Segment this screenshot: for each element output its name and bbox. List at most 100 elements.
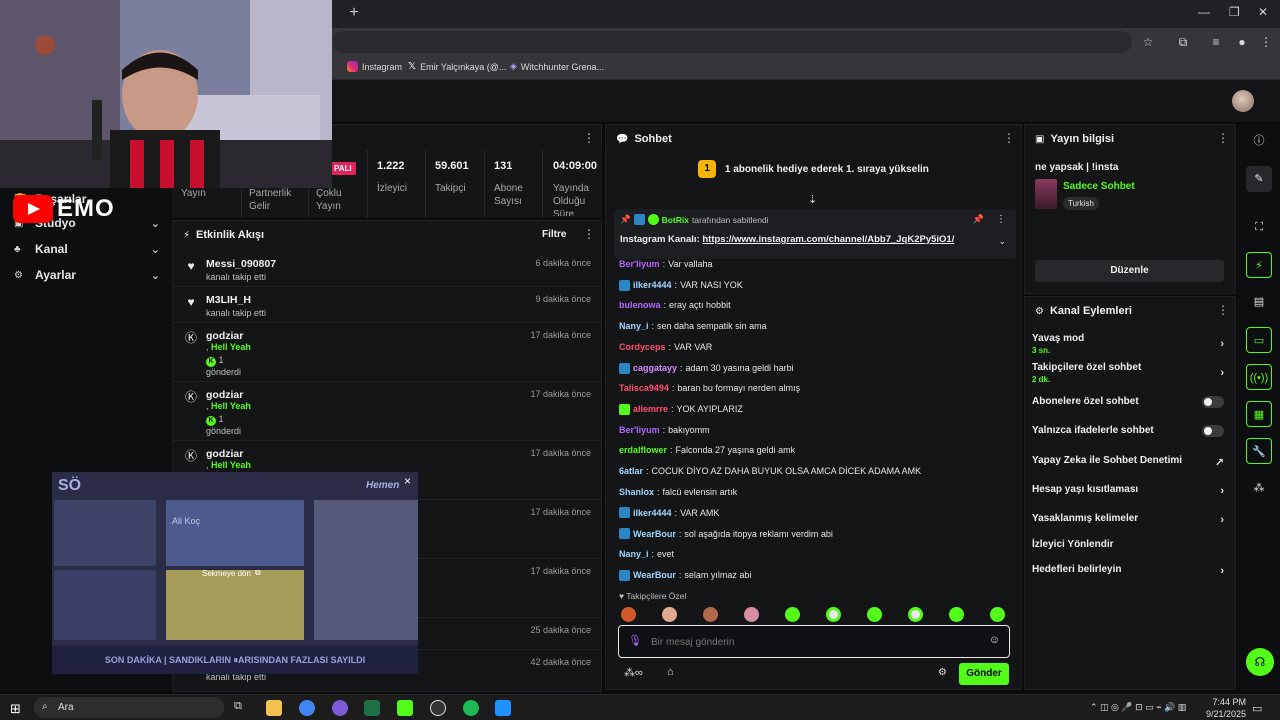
- pinned-author[interactable]: BotRix: [662, 215, 689, 225]
- more-options-icon[interactable]: ⋮: [1217, 131, 1229, 145]
- activity-user[interactable]: M3LIH_H: [206, 294, 251, 306]
- channel-action-item[interactable]: Takipçilere özel sohbet 2 dk. ›: [1032, 362, 1228, 384]
- kicks-infinity-icon[interactable]: ⁂∞: [624, 666, 643, 679]
- info-icon[interactable]: ⓘ: [1246, 128, 1272, 154]
- microphone-icon[interactable]: 🎙: [628, 634, 642, 647]
- picture-in-picture-video[interactable]: SÖ Hemen × Ali Koç Sekmeye dön ⧉ SON DAK…: [52, 472, 418, 674]
- emote-icon[interactable]: [744, 607, 759, 622]
- store-icon[interactable]: ⌂: [667, 666, 674, 678]
- more-options-icon[interactable]: ⋮: [583, 227, 595, 241]
- emote-icon[interactable]: [703, 607, 718, 622]
- pip-close-icon[interactable]: ×: [404, 474, 411, 488]
- notes-icon[interactable]: ▤: [1246, 289, 1272, 315]
- chat-username[interactable]: Nany_i: [619, 321, 649, 331]
- chat-username[interactable]: ilker4444: [633, 508, 672, 518]
- new-tab-button[interactable]: +: [345, 4, 363, 22]
- wrench-icon[interactable]: 🔧: [1246, 438, 1272, 464]
- obs-icon[interactable]: [430, 700, 446, 716]
- chat-username[interactable]: aliemrre: [633, 404, 668, 414]
- bookmark-star-icon[interactable]: ☆: [1140, 34, 1156, 50]
- chat-username[interactable]: Ber'liyum: [619, 425, 660, 435]
- app-icon[interactable]: [364, 700, 380, 716]
- send-button[interactable]: Gönder: [959, 663, 1009, 685]
- chevron-down-icon[interactable]: ⌄: [998, 236, 1006, 247]
- emote-icon[interactable]: [785, 607, 800, 622]
- broadcast-icon[interactable]: ((•)): [1246, 364, 1272, 390]
- chat-username[interactable]: ilker4444: [633, 280, 672, 290]
- bolt-icon[interactable]: ⚡: [1246, 252, 1272, 278]
- chat-username[interactable]: bulenowa: [619, 300, 661, 310]
- extensions-icon[interactable]: ⧉: [1175, 34, 1191, 50]
- chat-input-box[interactable]: 🎙 ☺: [618, 625, 1010, 658]
- scroll-down-icon[interactable]: ⇣: [808, 193, 817, 206]
- file-explorer-icon[interactable]: [266, 700, 282, 716]
- channel-action-item[interactable]: Yavaş mod 3 sn. ›: [1032, 333, 1228, 355]
- kick-app-icon[interactable]: [397, 700, 413, 716]
- bookmark-instagram[interactable]: Instagram: [347, 61, 402, 72]
- emote-icon[interactable]: [662, 607, 677, 622]
- emote-icon[interactable]: [621, 607, 636, 622]
- user-avatar[interactable]: [1232, 90, 1254, 112]
- pinned-link[interactable]: https://www.instagram.com/channel/Abb7_J…: [702, 234, 954, 245]
- gift-sub-banner[interactable]: 1 1 abonelik hediye ederek 1. sıraya yük…: [606, 153, 1021, 187]
- activity-user[interactable]: godziar: [206, 389, 243, 401]
- bookmark-witchhunter[interactable]: ◈ Witchhunter Grena...: [510, 61, 604, 72]
- apps-icon[interactable]: ⁂: [1246, 475, 1272, 501]
- close-window-icon[interactable]: ✕: [1258, 5, 1268, 19]
- system-tray-icons[interactable]: ⌃ ◫ ◎ 🎤 ⊡ ▭ ⌁ 🔊 ▥: [1090, 702, 1186, 713]
- more-options-icon[interactable]: ⋮: [1003, 131, 1015, 145]
- minimize-icon[interactable]: —: [1198, 5, 1210, 19]
- back-to-tab-button[interactable]: Sekmeye dön ⧉: [202, 568, 261, 578]
- activity-user[interactable]: godziar: [206, 330, 243, 342]
- notification-icon[interactable]: ▭: [1252, 702, 1262, 715]
- chat-username[interactable]: WearBour: [633, 529, 676, 539]
- unpin-icon[interactable]: 📌: [973, 214, 984, 225]
- spotify-icon[interactable]: [463, 700, 479, 716]
- more-options-icon[interactable]: ⋮: [996, 214, 1006, 225]
- chat-username[interactable]: WearBour: [633, 570, 676, 580]
- filter-button[interactable]: Filtre: [542, 229, 566, 240]
- profile-icon[interactable]: ●: [1234, 34, 1250, 50]
- channel-action-item[interactable]: Yapay Zeka ile Sohbet Denetimi ↗: [1032, 455, 1228, 469]
- chat-settings-icon[interactable]: ⚙: [938, 667, 947, 678]
- emote-icon[interactable]: [908, 607, 923, 622]
- clock[interactable]: 7:44 PM 9/21/2025: [1206, 696, 1246, 720]
- pinned-message[interactable]: 📌 BotRix tarafından sabitlendi 📌 ⋮ Insta…: [614, 209, 1016, 259]
- chat-username[interactable]: caggatayy: [633, 363, 677, 373]
- stream-category[interactable]: Sadece Sohbet: [1063, 181, 1135, 192]
- address-bar[interactable]: [332, 31, 1132, 53]
- activity-user[interactable]: Messi_090807: [206, 258, 276, 270]
- chat-input[interactable]: [651, 633, 971, 651]
- toggle-switch[interactable]: [1202, 396, 1224, 408]
- chat-username[interactable]: Talisca9494: [619, 383, 669, 393]
- channel-action-item[interactable]: Yasaklanmış kelimeler ›: [1032, 513, 1228, 526]
- emote-icon[interactable]: [949, 607, 964, 622]
- menu-icon[interactable]: ⋮: [1258, 34, 1274, 50]
- sidebar-item-settings[interactable]: ⚙ Ayarlar ⌄: [14, 268, 160, 282]
- chat-icon[interactable]: ▭: [1246, 327, 1272, 353]
- chat-username[interactable]: Shanlox: [619, 487, 654, 497]
- more-options-icon[interactable]: ⋮: [1217, 303, 1229, 317]
- channel-action-item[interactable]: İzleyici Yönlendir: [1032, 539, 1228, 550]
- chat-username[interactable]: Nany_i: [619, 549, 649, 559]
- chrome-icon[interactable]: [299, 700, 315, 716]
- edit-stream-button[interactable]: Düzenle: [1035, 260, 1224, 282]
- more-options-icon[interactable]: ⋮: [583, 131, 595, 145]
- layout-icon[interactable]: ▦: [1246, 401, 1272, 427]
- channel-action-item[interactable]: Abonelere özel sohbet: [1032, 396, 1228, 408]
- sidebar-item-channel[interactable]: ♣ Kanal ⌄: [14, 242, 160, 256]
- emote-icon[interactable]: [990, 607, 1005, 622]
- edit-icon[interactable]: ✎: [1246, 166, 1272, 192]
- emote-icon[interactable]: [867, 607, 882, 622]
- channel-action-item[interactable]: Hedefleri belirleyin ›: [1032, 564, 1228, 577]
- media-icon[interactable]: ≡: [1208, 34, 1224, 50]
- maximize-icon[interactable]: ❐: [1229, 5, 1240, 19]
- messenger-icon[interactable]: [332, 700, 348, 716]
- bookmark-x[interactable]: 𝕏 Emir Yalçınkaya (@...: [408, 61, 506, 72]
- windows-start-icon[interactable]: ⊞: [10, 701, 21, 717]
- channel-action-item[interactable]: Hesap yaşı kısıtlaması ›: [1032, 484, 1228, 497]
- activity-user[interactable]: godziar: [206, 448, 243, 460]
- toggle-switch[interactable]: [1202, 425, 1224, 437]
- support-icon[interactable]: ☊: [1246, 648, 1274, 676]
- chat-username[interactable]: Cordyceps: [619, 342, 666, 352]
